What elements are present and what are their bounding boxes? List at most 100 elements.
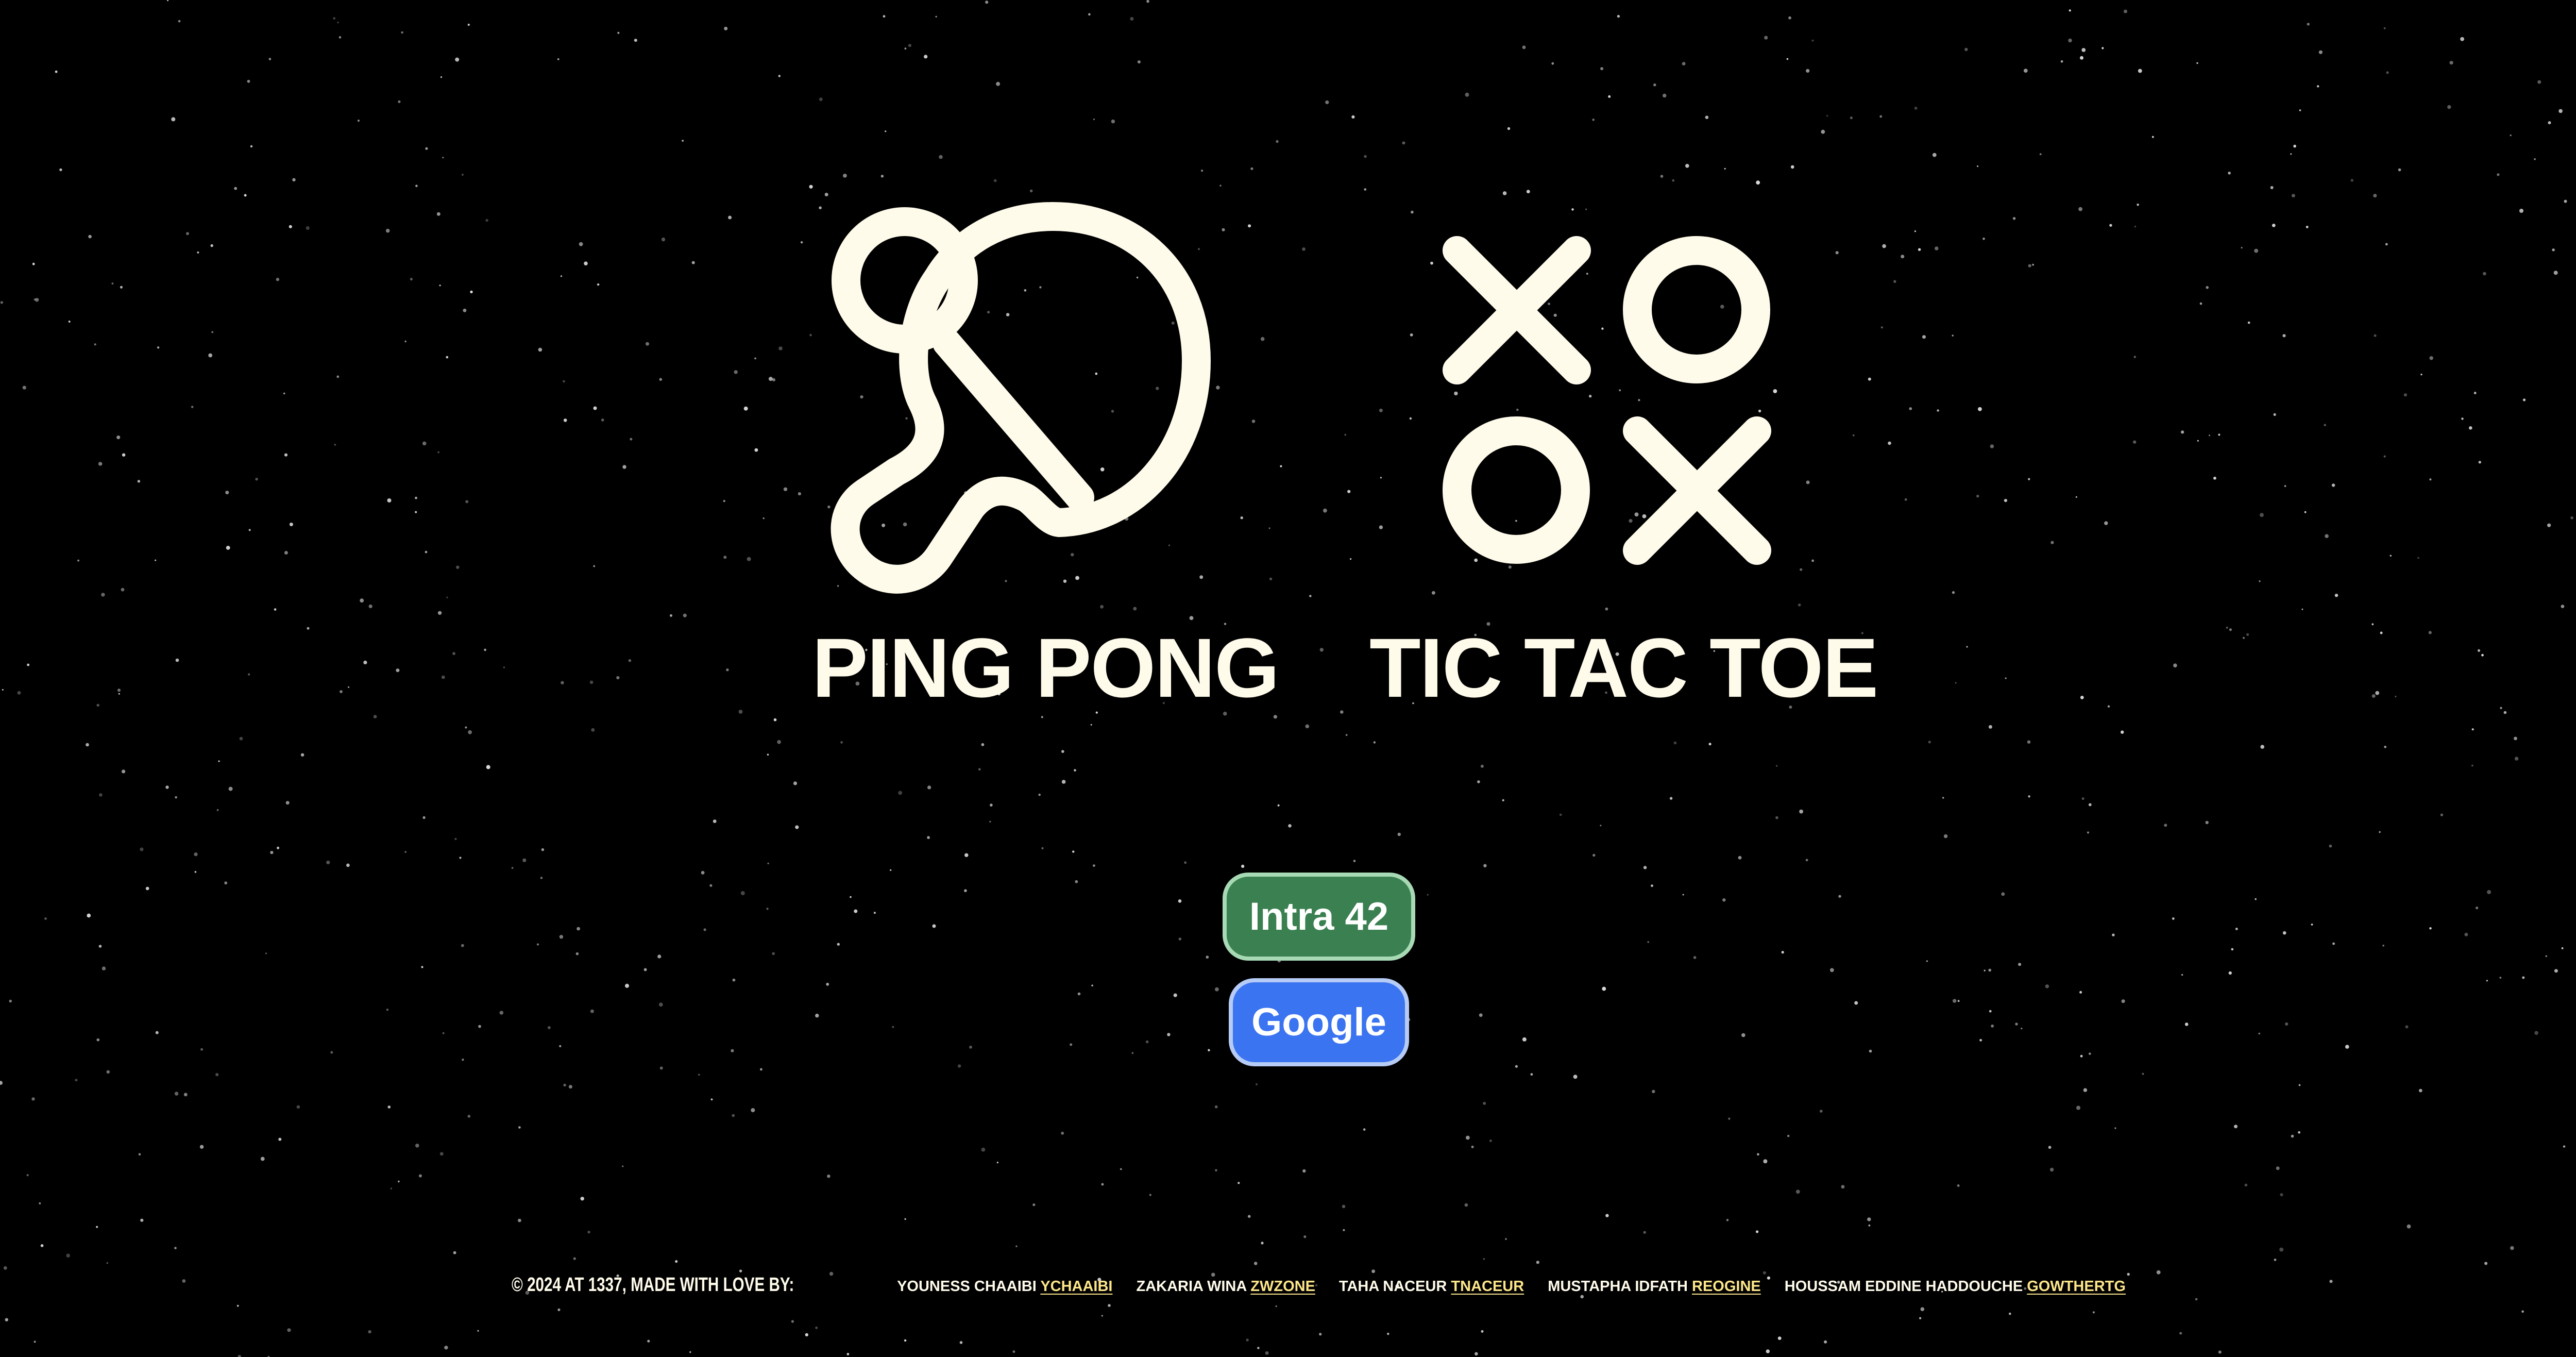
star — [2234, 1125, 2238, 1129]
star — [2318, 50, 2323, 54]
star — [601, 418, 604, 422]
star — [1302, 247, 1306, 251]
star — [1325, 100, 1329, 105]
star — [617, 31, 620, 34]
star — [904, 1339, 907, 1342]
star — [2039, 153, 2042, 156]
star — [1502, 191, 1507, 195]
star — [2329, 844, 2332, 848]
intra-42-login-button[interactable]: Intra 42 — [1223, 873, 1415, 961]
tic-tac-toe-card[interactable]: TIC TAC TOE — [1360, 227, 1878, 710]
star — [2080, 1054, 2083, 1058]
star — [2547, 523, 2551, 527]
star — [1811, 39, 1814, 42]
author-handle-link[interactable]: YCHAAIBI — [1040, 1278, 1112, 1295]
star — [1061, 780, 1066, 784]
star — [622, 1165, 624, 1167]
star — [2471, 764, 2473, 767]
star — [1522, 1037, 1527, 1042]
star — [138, 1153, 141, 1155]
star — [2260, 513, 2264, 517]
star — [2304, 511, 2307, 513]
star — [96, 1226, 98, 1228]
star — [1669, 797, 1673, 800]
star — [2181, 974, 2183, 976]
author-handle-link[interactable]: GOWTHERTG — [2027, 1278, 2126, 1295]
star — [2028, 478, 2030, 480]
star — [336, 375, 340, 378]
star — [250, 145, 253, 148]
star — [1991, 1024, 1994, 1028]
ping-pong-card[interactable]: PING PONG — [804, 196, 1280, 710]
footer-author: YOUNESS CHAAIBI YCHAAIBI — [897, 1278, 1112, 1295]
star — [904, 47, 907, 50]
star — [111, 282, 114, 284]
star — [1146, 0, 1149, 3]
star — [1781, 951, 1784, 954]
star — [99, 793, 103, 797]
star — [2291, 1134, 2294, 1138]
star — [754, 448, 758, 452]
star — [186, 232, 189, 236]
star — [772, 952, 775, 956]
star — [2428, 631, 2432, 634]
star — [486, 765, 490, 769]
star — [625, 983, 629, 988]
star — [1838, 895, 1841, 898]
google-login-button[interactable]: Google — [1229, 978, 1409, 1066]
star — [689, 1351, 691, 1353]
star — [461, 944, 464, 947]
star — [225, 491, 229, 495]
star — [826, 982, 829, 986]
star — [590, 1009, 594, 1013]
star — [1101, 1315, 1103, 1317]
star — [2164, 824, 2167, 827]
author-handle-link[interactable]: ZWZONE — [1250, 1278, 1315, 1295]
star — [398, 100, 401, 103]
star — [1280, 465, 1282, 467]
star — [1880, 326, 1883, 329]
star — [2522, 976, 2525, 979]
author-handle-link[interactable]: TNACEUR — [1451, 1278, 1524, 1295]
star — [1072, 850, 1075, 853]
star — [1600, 825, 1602, 827]
star — [1288, 824, 1292, 828]
star — [996, 81, 1001, 86]
star — [561, 681, 564, 684]
star — [597, 283, 600, 286]
star — [277, 846, 280, 849]
star — [1551, 62, 1554, 65]
star — [2429, 927, 2432, 930]
star — [1483, 1102, 1486, 1105]
star — [634, 39, 637, 42]
star — [536, 943, 539, 946]
star — [767, 862, 769, 864]
star — [1757, 1153, 1759, 1156]
star — [2088, 803, 2092, 807]
star — [683, 613, 687, 617]
star — [1029, 189, 1033, 193]
star — [577, 927, 580, 931]
star — [1869, 1049, 1872, 1053]
star — [59, 168, 62, 172]
star — [437, 611, 442, 615]
star — [94, 343, 96, 346]
star — [1984, 969, 1986, 971]
star — [174, 1092, 179, 1096]
star — [2081, 797, 2084, 800]
author-handle-link[interactable]: REOGINE — [1692, 1278, 1761, 1295]
star — [563, 418, 567, 422]
star — [1323, 508, 1327, 513]
star — [1826, 115, 1828, 117]
star — [1651, 884, 1653, 887]
star — [268, 58, 272, 60]
star — [1775, 816, 1778, 819]
star — [1411, 210, 1414, 214]
star — [2109, 224, 2112, 227]
star — [1131, 1052, 1134, 1054]
star — [1673, 741, 1677, 745]
star — [1364, 188, 1367, 191]
star — [77, 559, 80, 562]
star — [2068, 38, 2072, 43]
star — [296, 1105, 300, 1109]
